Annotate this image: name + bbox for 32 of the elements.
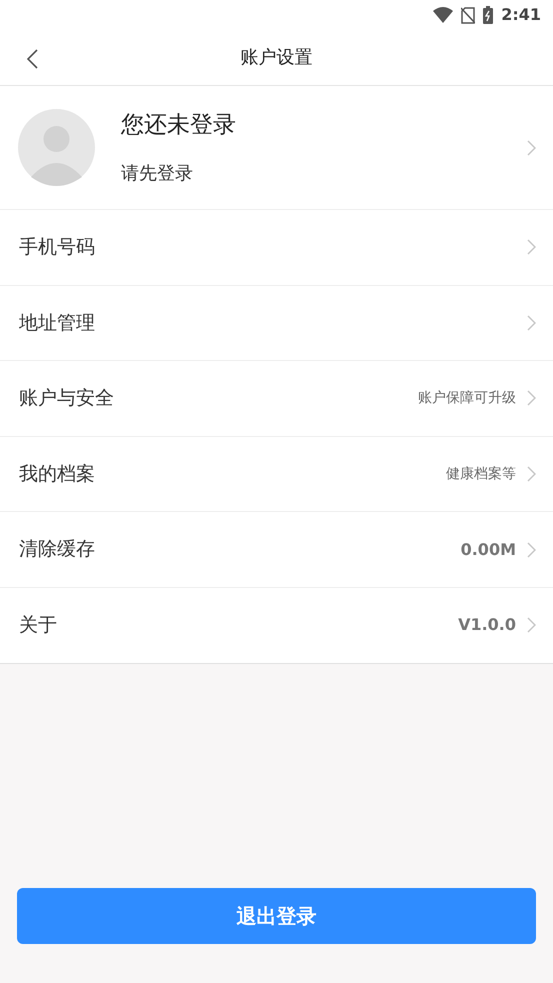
row-note: 健康档案等 [446, 464, 516, 484]
row-label: 地址管理 [19, 310, 96, 336]
no-sim-icon [461, 6, 476, 24]
chevron-right-icon [527, 390, 536, 406]
chevron-right-icon [527, 239, 536, 256]
profile-hint: 请先登录 [121, 162, 194, 186]
profile-row[interactable]: 您还未登录 请先登录 [0, 86, 553, 210]
wifi-icon [433, 7, 454, 23]
settings-row[interactable]: 我的档案 健康档案等 [0, 436, 553, 512]
chevron-right-icon [527, 140, 536, 156]
row-label: 清除缓存 [19, 537, 96, 562]
status-time: 2:41 [501, 4, 541, 26]
avatar-icon [18, 109, 95, 186]
profile-name: 您还未登录 [121, 110, 237, 140]
chevron-right-icon [527, 314, 536, 331]
settings-row[interactable]: 手机号码 [0, 210, 553, 286]
row-label: 关于 [19, 613, 58, 638]
settings-row[interactable]: 清除缓存 0.00M [0, 512, 553, 588]
row-label: 手机号码 [19, 235, 96, 260]
chevron-right-icon [527, 542, 536, 558]
row-value: V1.0.0 [458, 614, 516, 636]
header-title: 账户设置 [240, 46, 312, 70]
settings-row[interactable]: 账户与安全 账户保障可升级 [0, 361, 553, 437]
battery-icon [483, 6, 494, 24]
row-value: 0.00M [460, 538, 516, 561]
chevron-right-icon [527, 617, 536, 634]
settings-row[interactable]: 地址管理 [0, 286, 553, 362]
row-note: 账户保障可升级 [418, 388, 516, 408]
chevron-right-icon [527, 466, 536, 482]
back-button[interactable] [26, 48, 40, 70]
row-label: 账户与安全 [19, 386, 115, 412]
row-label: 我的档案 [19, 462, 96, 487]
